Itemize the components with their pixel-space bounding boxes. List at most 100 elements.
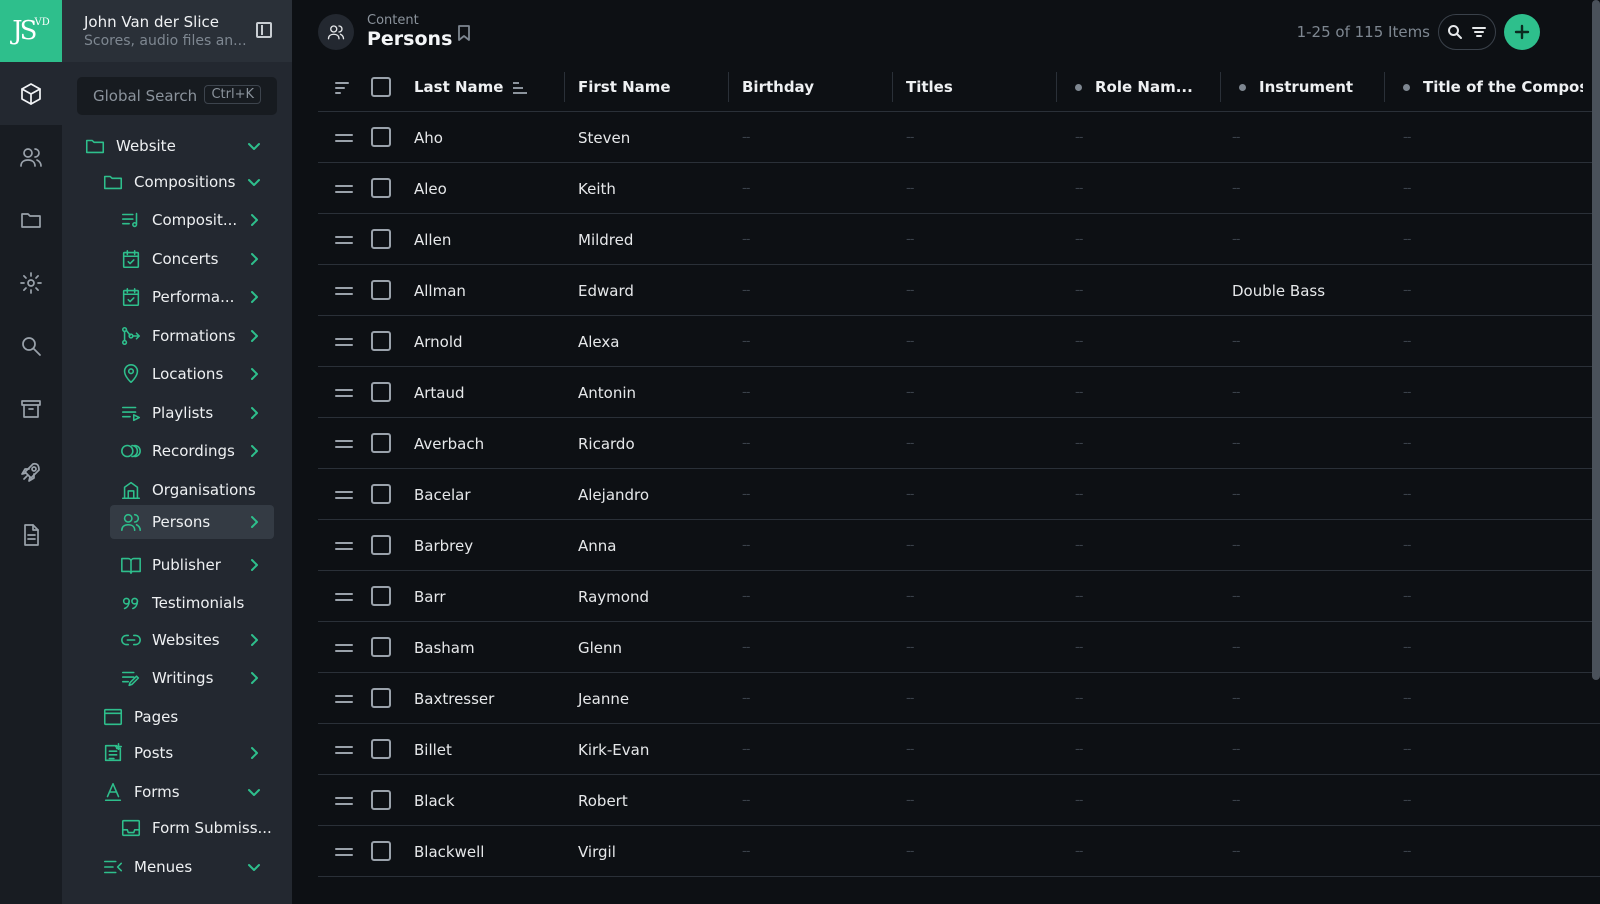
table-row[interactable]: Baxtresser Jeanne -- -- -- -- -- — [318, 673, 1600, 724]
rail-deploy[interactable] — [0, 440, 62, 503]
breadcrumb[interactable]: Content — [367, 13, 419, 28]
row-checkbox[interactable] — [371, 739, 391, 759]
nav-item-recordings[interactable]: Recordings — [120, 434, 262, 468]
drag-handle-icon[interactable] — [335, 695, 353, 703]
table-row[interactable]: Aho Steven -- -- -- -- -- — [318, 112, 1600, 163]
nav-item-posts[interactable]: Posts — [102, 736, 262, 770]
drag-handle-icon[interactable] — [335, 185, 353, 193]
column-divider[interactable] — [1220, 72, 1221, 102]
nav-item-persons[interactable]: Persons — [110, 505, 274, 539]
sort-ascending-icon[interactable] — [513, 81, 528, 94]
drag-handle-icon[interactable] — [335, 491, 353, 499]
table-row[interactable]: Allman Edward -- -- -- -- Double Bass — [318, 265, 1600, 316]
column-instrument[interactable]: Instrument — [1239, 62, 1384, 112]
chevron-right-icon[interactable] — [246, 289, 262, 305]
nav-item-website[interactable]: Website — [84, 129, 262, 163]
drag-handle-icon[interactable] — [335, 287, 353, 295]
table-row[interactable]: Basham Glenn -- -- -- -- -- — [318, 622, 1600, 673]
drag-handle-icon[interactable] — [335, 848, 353, 856]
chevron-right-icon[interactable] — [246, 328, 262, 344]
row-checkbox[interactable] — [371, 688, 391, 708]
rail-settings[interactable] — [0, 251, 62, 314]
row-checkbox[interactable] — [371, 637, 391, 657]
chevron-down-icon[interactable] — [246, 784, 262, 800]
column-composition-title[interactable]: Title of the Composit — [1403, 62, 1583, 112]
search-icon[interactable] — [1447, 24, 1463, 40]
drag-handle-icon[interactable] — [335, 746, 353, 754]
row-checkbox[interactable] — [371, 790, 391, 810]
chevron-right-icon[interactable] — [246, 670, 262, 686]
chevron-right-icon[interactable] — [246, 212, 262, 228]
table-row[interactable]: Barbrey Anna -- -- -- -- -- — [318, 520, 1600, 571]
rail-files[interactable] — [0, 188, 62, 251]
drag-handle-icon[interactable] — [335, 134, 353, 142]
chevron-down-icon[interactable] — [246, 859, 262, 875]
column-divider[interactable] — [564, 72, 565, 102]
nav-item-pages[interactable]: Pages — [102, 700, 262, 734]
rail-archive[interactable] — [0, 377, 62, 440]
logo[interactable]: JSVD — [0, 0, 62, 62]
nav-item-performances[interactable]: Performa... — [120, 280, 262, 314]
table-row[interactable]: Black Robert -- -- -- -- -- — [318, 775, 1600, 826]
drag-handle-icon[interactable] — [335, 644, 353, 652]
table-row[interactable]: Blackwell Virgil -- -- -- -- -- — [318, 826, 1600, 877]
global-search[interactable]: Global Search Ctrl+K — [77, 77, 277, 115]
row-checkbox[interactable] — [371, 331, 391, 351]
column-divider[interactable] — [892, 72, 893, 102]
row-checkbox[interactable] — [371, 841, 391, 861]
rail-content[interactable] — [0, 62, 62, 125]
search-filter-toggle[interactable] — [1438, 14, 1496, 50]
chevron-right-icon[interactable] — [246, 405, 262, 421]
table-row[interactable]: Bacelar Alejandro -- -- -- -- -- — [318, 469, 1600, 520]
bookmark-icon[interactable] — [457, 25, 471, 41]
nav-item-composit[interactable]: Composit... — [120, 203, 262, 237]
table-row[interactable]: Billet Kirk-Evan -- -- -- -- -- — [318, 724, 1600, 775]
nav-item-testimonials[interactable]: Testimonials — [120, 586, 262, 620]
chevron-right-icon[interactable] — [246, 632, 262, 648]
table-row[interactable]: Arnold Alexa -- -- -- -- -- — [318, 316, 1600, 367]
nav-item-compositions[interactable]: Compositions — [102, 165, 262, 199]
nav-item-playlists[interactable]: Playlists — [120, 396, 262, 430]
drag-handle-icon[interactable] — [335, 797, 353, 805]
column-settings-icon[interactable] — [335, 82, 353, 94]
row-checkbox[interactable] — [371, 382, 391, 402]
rail-docs[interactable] — [0, 503, 62, 566]
row-checkbox[interactable] — [371, 586, 391, 606]
column-titles[interactable]: Titles — [906, 62, 1056, 112]
drag-handle-icon[interactable] — [335, 542, 353, 550]
chevron-right-icon[interactable] — [246, 251, 262, 267]
row-checkbox[interactable] — [371, 229, 391, 249]
drag-handle-icon[interactable] — [335, 440, 353, 448]
table-row[interactable]: Barr Raymond -- -- -- -- -- — [318, 571, 1600, 622]
row-checkbox[interactable] — [371, 433, 391, 453]
select-all-checkbox[interactable] — [371, 77, 391, 97]
add-item-button[interactable] — [1504, 14, 1540, 50]
drag-handle-icon[interactable] — [335, 593, 353, 601]
nav-item-publisher[interactable]: Publisher — [120, 548, 262, 582]
row-checkbox[interactable] — [371, 280, 391, 300]
table-row[interactable]: Aleo Keith -- -- -- -- -- — [318, 163, 1600, 214]
nav-item-organisations[interactable]: Organisations — [120, 473, 262, 507]
column-last-name[interactable]: Last Name — [414, 62, 564, 112]
row-checkbox[interactable] — [371, 535, 391, 555]
drag-handle-icon[interactable] — [335, 389, 353, 397]
column-first-name[interactable]: First Name — [578, 62, 728, 112]
row-checkbox[interactable] — [371, 178, 391, 198]
nav-item-formations[interactable]: Formations — [120, 319, 262, 353]
drag-handle-icon[interactable] — [335, 236, 353, 244]
nav-item-forms[interactable]: Forms — [102, 775, 262, 809]
scrollbar[interactable] — [1592, 0, 1600, 680]
sidebar-toggle-icon[interactable] — [256, 22, 272, 38]
column-divider[interactable] — [1384, 72, 1385, 102]
chevron-right-icon[interactable] — [246, 366, 262, 382]
column-role-name[interactable]: Role Nam... — [1075, 62, 1220, 112]
nav-item-concerts[interactable]: Concerts — [120, 242, 262, 276]
row-checkbox[interactable] — [371, 127, 391, 147]
rail-search[interactable] — [0, 314, 62, 377]
nav-item-form-submissions[interactable]: Form Submiss... — [120, 811, 272, 845]
chevron-right-icon[interactable] — [246, 514, 262, 530]
row-checkbox[interactable] — [371, 484, 391, 504]
column-divider[interactable] — [728, 72, 729, 102]
table-row[interactable]: Averbach Ricardo -- -- -- -- -- — [318, 418, 1600, 469]
table-row[interactable]: Artaud Antonin -- -- -- -- -- — [318, 367, 1600, 418]
